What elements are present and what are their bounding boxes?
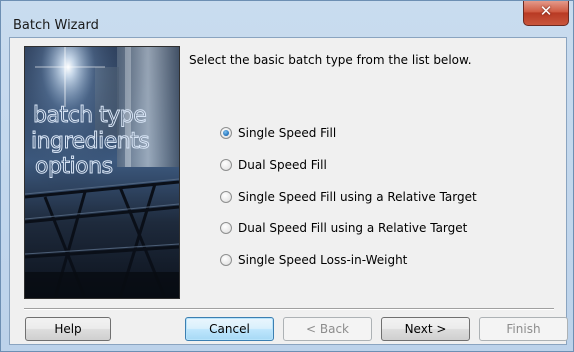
batch-type-option[interactable]: Single Speed Fill using a Relative Targe… [220,187,477,207]
batch-type-option[interactable]: Single Speed Fill [220,123,336,143]
radio-button[interactable] [220,222,232,234]
radio-button[interactable] [220,159,232,171]
window-title: Batch Wizard [13,18,99,33]
batch-type-option[interactable]: Dual Speed Fill [220,155,327,175]
wizard-body: batch type ingredients options Select th… [9,37,568,345]
option-label: Single Speed Loss-in-Weight [238,253,408,267]
option-label: Single Speed Fill using a Relative Targe… [238,190,477,204]
next-button[interactable]: Next > [381,317,470,341]
close-button[interactable]: ✕ [523,1,569,26]
title-bar[interactable]: Batch Wizard ✕ [1,1,573,37]
option-label: Dual Speed Fill [238,158,327,172]
radio-button[interactable] [220,191,232,203]
button-divider [24,308,554,310]
wizard-side-image: batch type ingredients options [24,46,180,299]
back-button[interactable]: < Back [283,317,372,341]
help-button[interactable]: Help [25,317,111,341]
batch-type-option[interactable]: Single Speed Loss-in-Weight [220,250,407,270]
batch-wizard-window: Batch Wizard ✕ batch type ingredients op… [0,0,574,352]
option-label: Single Speed Fill [238,126,337,140]
close-icon: ✕ [539,2,553,20]
finish-button[interactable]: Finish [479,317,568,341]
side-image-caption-line: batch type [32,103,147,128]
radio-button[interactable] [220,127,232,139]
batch-type-option[interactable]: Dual Speed Fill using a Relative Target [220,218,467,238]
cancel-button[interactable]: Cancel [185,317,274,341]
option-label: Dual Speed Fill using a Relative Target [238,221,468,235]
instruction-text: Select the basic batch type from the lis… [189,53,472,67]
side-image-caption-line: options [35,154,114,179]
side-image-caption-line: ingredients [30,129,150,154]
radio-button[interactable] [220,254,232,266]
